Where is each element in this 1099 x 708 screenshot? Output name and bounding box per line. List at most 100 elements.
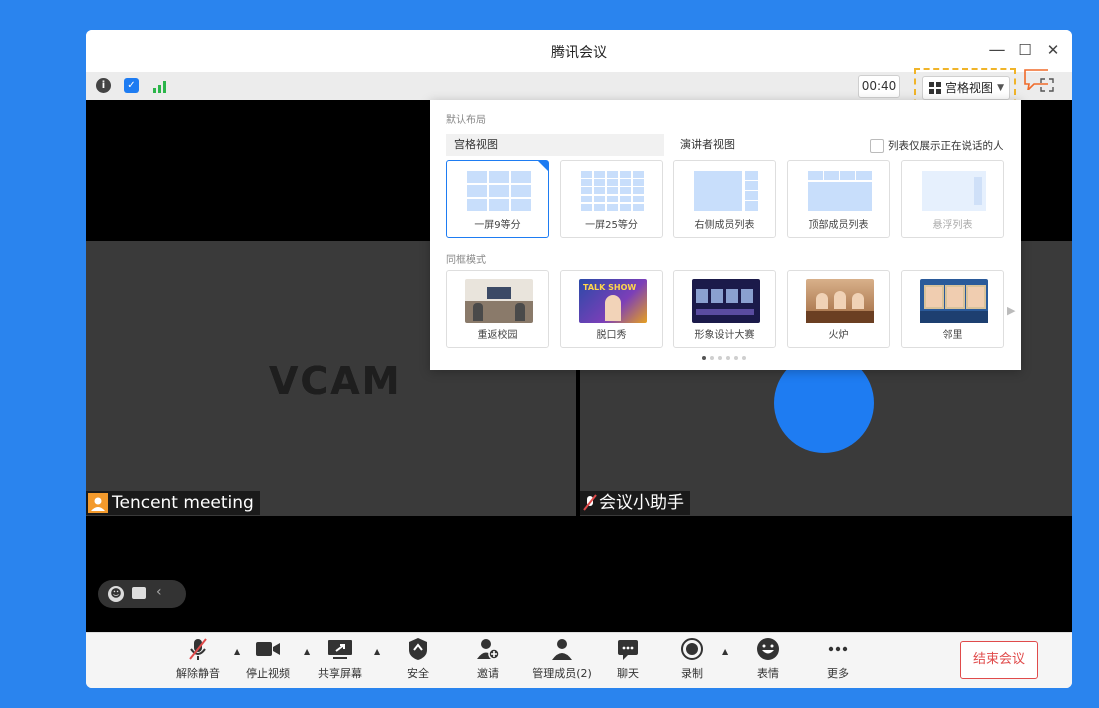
- scene-card-back-to-school[interactable]: 重返校园: [446, 270, 549, 348]
- layout-card-9[interactable]: 一屏9等分: [446, 160, 549, 238]
- emoji-icon[interactable]: ☻: [108, 586, 124, 602]
- scene-label: 脱口秀: [596, 330, 627, 341]
- page-dots: [702, 356, 762, 362]
- title-bar: 腾讯会议 — ☐ ✕: [86, 30, 1072, 72]
- record-icon: [662, 637, 722, 661]
- invite-icon: [458, 637, 518, 661]
- selected-corner-icon: [538, 161, 548, 171]
- layout-label: 右侧成员列表: [694, 220, 755, 231]
- grid-cell: [633, 203, 644, 211]
- grid-cell: [607, 179, 618, 186]
- scene-label: 形象设计大赛: [694, 330, 755, 341]
- grid-cell: [633, 179, 644, 186]
- scene-card-design-contest[interactable]: 形象设计大赛: [673, 270, 776, 348]
- grid-cell: [607, 203, 618, 211]
- page-dot[interactable]: [734, 356, 738, 360]
- toolbar-label: 聊天: [617, 667, 639, 680]
- toolbar-label: 共享屏幕: [318, 667, 362, 680]
- scene-label: 重返校园: [477, 330, 518, 341]
- chat-button[interactable]: 聊天: [598, 637, 658, 681]
- grid-cell: [581, 187, 592, 195]
- scene-thumb: [920, 279, 988, 323]
- share-options-arrow[interactable]: ▲: [374, 647, 380, 656]
- participant-name-bar: Tencent meeting: [86, 491, 260, 515]
- layout-thumb: [692, 169, 760, 213]
- shield-icon[interactable]: ✓: [124, 78, 139, 93]
- share-screen-button[interactable]: 共享屏幕: [310, 637, 370, 681]
- grid-cell: [581, 179, 592, 186]
- layout-thumb: [806, 169, 874, 213]
- scene-label: 邻里: [942, 330, 963, 341]
- grid-cell: [620, 195, 631, 203]
- participant-name: 会议小助手: [599, 493, 684, 513]
- page-dot[interactable]: [726, 356, 730, 360]
- scene-thumb: [806, 279, 874, 323]
- page-dot[interactable]: [742, 356, 746, 360]
- toolbar-label: 更多: [827, 667, 849, 680]
- grid-view-icon: [929, 82, 941, 94]
- grid-cell: [620, 171, 631, 178]
- end-meeting-button[interactable]: 结束会议: [960, 641, 1038, 679]
- minimize-button[interactable]: —: [986, 39, 1008, 61]
- grid-cell: [607, 187, 618, 195]
- security-button[interactable]: 安全: [388, 637, 448, 681]
- scene-card-fireplace[interactable]: 火炉: [787, 270, 890, 348]
- grid-cell: [607, 195, 618, 203]
- layout-card-floating-list: 悬浮列表: [901, 160, 1004, 238]
- mic-muted-icon: [168, 637, 228, 661]
- grid-cell: [607, 171, 618, 178]
- layout-card-right-list[interactable]: 右侧成员列表: [673, 160, 776, 238]
- scene-thumb: [465, 279, 533, 323]
- layout-thumb: [465, 169, 533, 213]
- section-frame-mode: 同框模式: [446, 255, 486, 266]
- layout-panel: 默认布局 宫格视图 演讲者视图 列表仅展示正在说话的人 一屏9等分 一屏25等分…: [430, 100, 1021, 370]
- layout-thumb: [920, 169, 988, 213]
- toolbar-label: 录制: [681, 667, 703, 680]
- toolbar-label: 解除静音: [176, 667, 220, 680]
- fullscreen-icon[interactable]: [1040, 78, 1054, 92]
- share-screen-icon: [310, 637, 370, 661]
- section-default-layout: 默认布局: [446, 115, 486, 126]
- scroll-right-arrow[interactable]: ▶: [1007, 304, 1015, 317]
- page-dot[interactable]: [710, 356, 714, 360]
- scene-card-neighbors[interactable]: 邻里: [901, 270, 1004, 348]
- maximize-button[interactable]: ☐: [1014, 39, 1036, 61]
- layout-label: 一屏9等分: [474, 220, 521, 231]
- record-button[interactable]: 录制: [662, 637, 722, 681]
- grid-cell: [594, 179, 605, 186]
- grid-cell: [594, 203, 605, 211]
- collapse-icon[interactable]: ‹: [156, 584, 162, 600]
- grid-cell: [633, 171, 644, 178]
- record-options-arrow[interactable]: ▲: [722, 647, 728, 656]
- invite-button[interactable]: 邀请: [458, 637, 518, 681]
- window-title: 腾讯会议: [551, 45, 607, 61]
- grid-cell: [620, 179, 631, 186]
- chat-icon: [598, 637, 658, 661]
- grid-cell: [633, 187, 644, 195]
- manage-members-button[interactable]: 管理成员(2): [522, 637, 602, 681]
- signal-icon[interactable]: [152, 79, 168, 93]
- toolbar-label: 管理成员(2): [532, 667, 592, 680]
- grid-cell: [620, 203, 631, 211]
- page-dot[interactable]: [702, 356, 706, 360]
- layout-card-25[interactable]: 一屏25等分: [560, 160, 663, 238]
- more-button[interactable]: 更多: [808, 637, 868, 681]
- scene-card-talk-show[interactable]: TALK SHOW 脱口秀: [560, 270, 663, 348]
- layout-card-top-list[interactable]: 顶部成员列表: [787, 160, 890, 238]
- speaking-only-checkbox[interactable]: [870, 139, 884, 153]
- toolbar-label: 表情: [757, 667, 779, 680]
- emoji-button[interactable]: 表情: [738, 637, 798, 681]
- info-icon[interactable]: i: [96, 78, 111, 93]
- grid-cell: [581, 171, 592, 178]
- grid-cell: [594, 195, 605, 203]
- unmute-button[interactable]: 解除静音: [168, 637, 228, 681]
- scene-label: 火炉: [828, 330, 849, 341]
- security-icon: [388, 637, 448, 661]
- view-mode-button[interactable]: 宫格视图 ▼: [922, 76, 1010, 100]
- chat-icon[interactable]: [132, 587, 146, 599]
- participant-name: Tencent meeting: [112, 493, 254, 513]
- stop-video-button[interactable]: 停止视频: [238, 637, 298, 681]
- close-button[interactable]: ✕: [1042, 39, 1064, 61]
- toolbar-label: 邀请: [477, 667, 499, 680]
- page-dot[interactable]: [718, 356, 722, 360]
